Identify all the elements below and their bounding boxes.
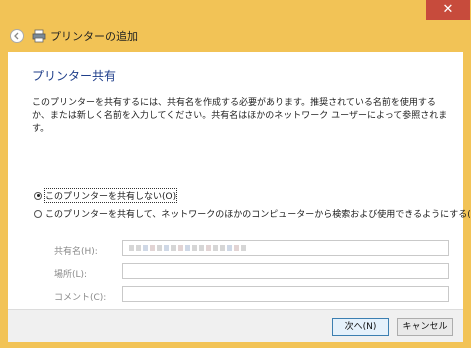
cancel-button[interactable]: キャンセル — [397, 318, 453, 336]
wizard-header: プリンターの追加 — [8, 26, 463, 48]
close-button[interactable]: ✕ — [426, 0, 470, 20]
radio-label: このプリンターを共有しない(O) — [43, 188, 178, 203]
radio-label: このプリンターを共有して、ネットワークのほかのコンピューターから検索および使用で… — [45, 210, 471, 220]
comment-label: コメント(C): — [54, 293, 107, 303]
wizard-footer: 次へ(N) キャンセル — [8, 309, 463, 342]
wizard-title: プリンターの追加 — [50, 30, 138, 43]
radio-share-printer[interactable]: このプリンターを共有して、ネットワークのほかのコンピューターから検索および使用で… — [34, 207, 471, 220]
radio-unselected-icon — [34, 209, 42, 218]
page-title: プリンター共有 — [32, 69, 117, 83]
wizard-content: プリンター共有 このプリンターを共有するには、共有名を作成する必要があります。推… — [8, 52, 471, 309]
share-name-input[interactable] — [122, 240, 449, 256]
share-name-label: 共有名(H): — [54, 247, 98, 257]
wizard-window: ✕ プリンターの追加 プリンター共有 このプリンターを共有するには、共有名を作成… — [0, 0, 471, 348]
back-button[interactable] — [10, 29, 24, 43]
location-input[interactable] — [122, 263, 449, 279]
back-arrow-icon — [14, 32, 19, 40]
redacted-share-name — [129, 245, 246, 251]
description-text: このプリンターを共有するには、共有名を作成する必要があります。推奨されている名前… — [32, 98, 448, 134]
printer-icon — [32, 29, 46, 43]
comment-input[interactable] — [122, 286, 449, 302]
location-label: 場所(L): — [54, 270, 88, 280]
radio-selected-icon — [34, 191, 42, 200]
radio-do-not-share[interactable]: このプリンターを共有しない(O) — [34, 188, 178, 203]
next-button[interactable]: 次へ(N) — [332, 318, 389, 336]
